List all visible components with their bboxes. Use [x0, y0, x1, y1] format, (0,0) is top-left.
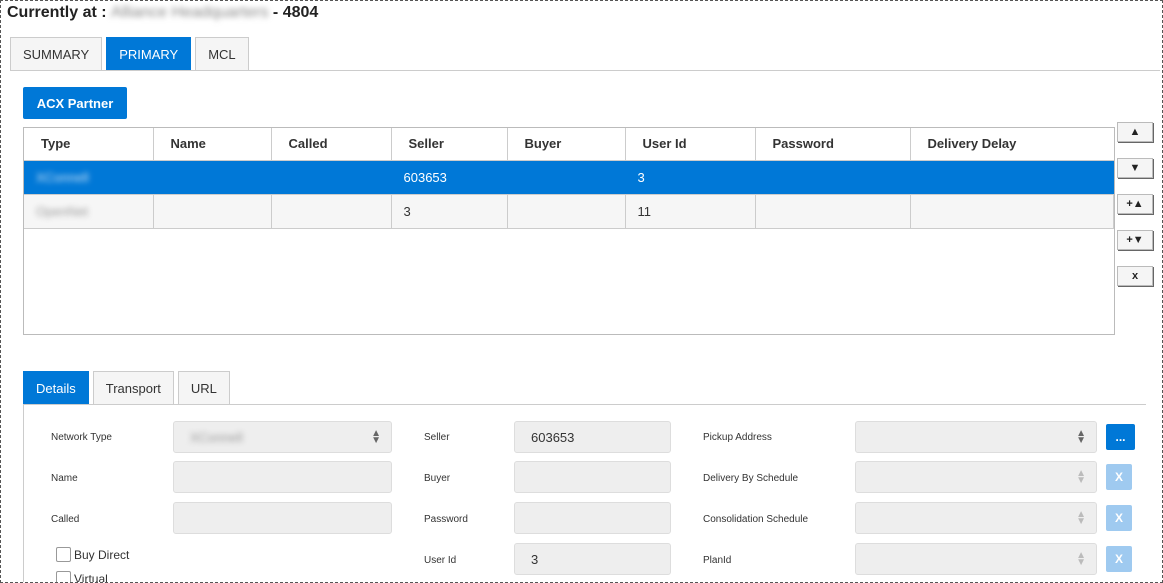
- delete-row-button[interactable]: x: [1117, 266, 1153, 286]
- pickup-address-select[interactable]: ▲ ▼: [855, 421, 1097, 453]
- tab-details[interactable]: Details: [23, 371, 89, 404]
- consolidation-schedule-select[interactable]: ▲ ▼: [855, 502, 1097, 534]
- row-type: XConnell: [36, 169, 89, 185]
- col-password[interactable]: Password: [755, 128, 911, 161]
- location-separator: -: [272, 4, 279, 21]
- tab-divider: [10, 70, 1160, 71]
- pickup-address-browse-button[interactable]: ...: [1106, 424, 1135, 450]
- select-caret-icon: ▲ ▼: [1076, 428, 1086, 446]
- partner-grid: Type Name Called Seller Buyer User Id Pa…: [23, 127, 1115, 335]
- buyer-field[interactable]: [514, 461, 671, 493]
- row-name: [153, 194, 272, 229]
- buyer-label: Buyer: [424, 473, 451, 484]
- table-row[interactable]: XConnell 603653 3: [24, 160, 1114, 195]
- row-user-id: 3: [625, 160, 756, 195]
- row-order-buttons: ▲ ▼ +▲ +▼ x: [1117, 122, 1153, 302]
- move-up-button[interactable]: ▲: [1117, 122, 1153, 142]
- tab-transport[interactable]: Transport: [92, 371, 174, 404]
- clear-plan-id-button[interactable]: X: [1106, 546, 1132, 572]
- row-seller: 3: [391, 194, 508, 229]
- acx-partner-button[interactable]: ACX Partner: [23, 87, 127, 119]
- row-password: [755, 194, 911, 229]
- col-delivery-delay[interactable]: Delivery Delay: [910, 128, 1114, 161]
- clear-consolidation-schedule-button[interactable]: X: [1106, 505, 1132, 531]
- user-id-field[interactable]: 3: [514, 543, 671, 575]
- select-caret-icon: ▲ ▼: [1076, 550, 1086, 568]
- detail-tabs: Details Transport URL: [23, 371, 234, 404]
- select-caret-icon: ▲ ▼: [1076, 468, 1086, 486]
- col-buyer[interactable]: Buyer: [507, 128, 626, 161]
- tab-url[interactable]: URL: [177, 371, 230, 404]
- row-delivery-delay: [910, 194, 1114, 229]
- pickup-address-label: Pickup Address: [703, 432, 772, 443]
- password-label: Password: [424, 514, 468, 525]
- col-name[interactable]: Name: [153, 128, 272, 161]
- select-caret-icon: ▲ ▼: [1076, 509, 1086, 527]
- network-type-label: Network Type: [51, 432, 112, 443]
- delivery-schedule-label: Delivery By Schedule: [703, 473, 799, 484]
- grid-header-row: Type Name Called Seller Buyer User Id Pa…: [24, 128, 1114, 161]
- plan-id-label: PlanId: [703, 555, 732, 566]
- password-field[interactable]: [514, 502, 671, 534]
- row-called: [271, 160, 392, 195]
- called-field[interactable]: [173, 502, 392, 534]
- row-type: OpenNet: [36, 203, 89, 219]
- location-header: Currently at : Alliance Headquarters - 4…: [7, 4, 318, 22]
- name-label: Name: [51, 473, 78, 484]
- row-buyer: [507, 160, 626, 195]
- page-frame: Currently at : Alliance Headquarters - 4…: [0, 0, 1163, 583]
- col-seller[interactable]: Seller: [391, 128, 508, 161]
- move-down-button[interactable]: ▼: [1117, 158, 1153, 178]
- top-tabs: SUMMARY PRIMARY MCL: [10, 37, 253, 70]
- name-field[interactable]: [173, 461, 392, 493]
- tab-primary[interactable]: PRIMARY: [106, 37, 192, 70]
- tab-summary[interactable]: SUMMARY: [10, 37, 103, 70]
- network-type-value: XConnell: [190, 429, 243, 445]
- row-name: [153, 160, 272, 195]
- checkbox-box: [56, 571, 71, 582]
- row-buyer: [507, 194, 626, 229]
- tab-mcl[interactable]: MCL: [195, 37, 249, 70]
- row-password: [755, 160, 911, 195]
- table-row[interactable]: OpenNet 3 11: [24, 194, 1114, 229]
- col-called[interactable]: Called: [271, 128, 392, 161]
- seller-field[interactable]: 603653: [514, 421, 671, 453]
- clear-delivery-schedule-button[interactable]: X: [1106, 464, 1132, 490]
- called-label: Called: [51, 514, 80, 525]
- row-seller: 603653: [391, 160, 508, 195]
- col-type[interactable]: Type: [24, 128, 154, 161]
- buy-direct-checkbox[interactable]: Buy Direct: [56, 547, 129, 562]
- insert-above-button[interactable]: +▲: [1117, 194, 1153, 214]
- network-type-select[interactable]: XConnell ▲ ▼: [173, 421, 392, 453]
- checkbox-box: [56, 547, 71, 562]
- delivery-schedule-select[interactable]: ▲ ▼: [855, 461, 1097, 493]
- row-user-id: 11: [625, 194, 756, 229]
- location-code: 4804: [282, 4, 319, 21]
- select-caret-icon: ▲ ▼: [371, 428, 381, 446]
- plan-id-select[interactable]: ▲ ▼: [855, 543, 1097, 575]
- virtual-checkbox[interactable]: Virtual: [56, 571, 108, 583]
- insert-below-button[interactable]: +▼: [1117, 230, 1153, 250]
- row-called: [271, 194, 392, 229]
- location-prefix: Currently at :: [7, 4, 107, 21]
- virtual-label: Virtual: [74, 571, 108, 583]
- seller-label: Seller: [424, 432, 450, 443]
- location-name: Alliance Headquarters: [111, 4, 269, 21]
- row-delivery-delay: [910, 160, 1114, 195]
- consolidation-schedule-label: Consolidation Schedule: [703, 514, 809, 525]
- user-id-label: User Id: [424, 555, 457, 566]
- buy-direct-label: Buy Direct: [74, 547, 130, 562]
- col-user-id[interactable]: User Id: [625, 128, 756, 161]
